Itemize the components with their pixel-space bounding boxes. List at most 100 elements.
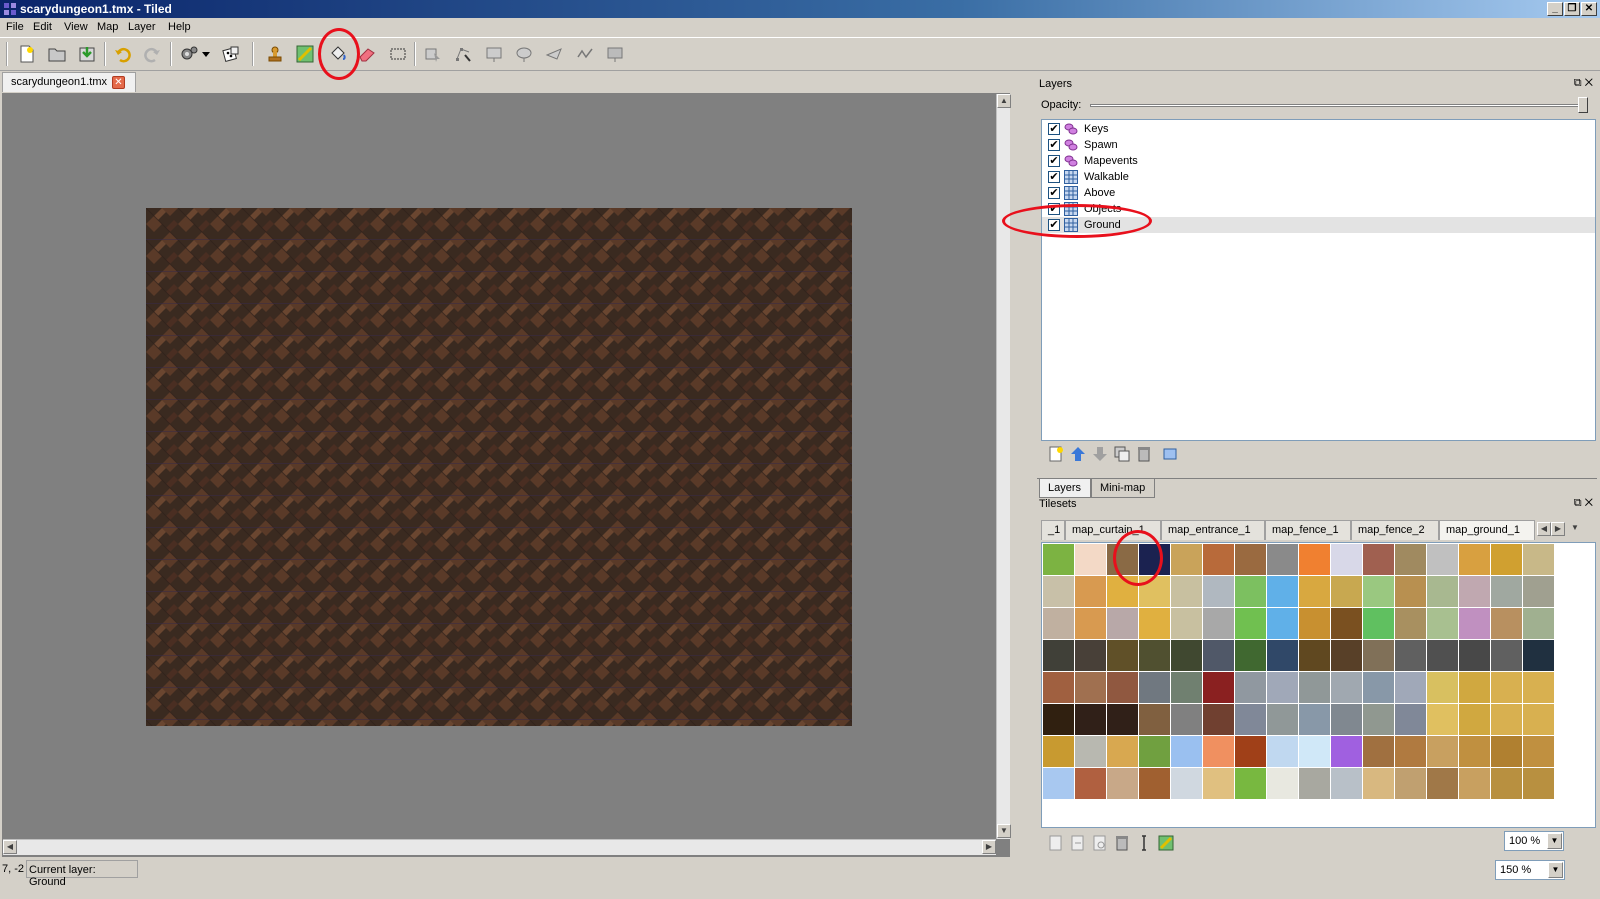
tileset-tile[interactable] [1299,640,1330,671]
tileset-tile[interactable] [1043,608,1074,639]
tileset-tile[interactable] [1459,736,1490,767]
tileset-tile[interactable] [1107,704,1138,735]
tileset-tile[interactable] [1235,672,1266,703]
tabs-scroll-right-icon[interactable]: ▶ [1551,522,1565,536]
tileset-tile[interactable] [1331,640,1362,671]
tileset-tile[interactable] [1491,768,1522,799]
tileset-tile[interactable] [1043,576,1074,607]
tileset-tile[interactable] [1395,544,1426,575]
tileset-tile[interactable] [1331,736,1362,767]
opacity-slider-handle[interactable] [1578,97,1588,113]
tileset-tiles[interactable] [1042,543,1595,827]
tabs-menu-icon[interactable]: ▼ [1567,522,1583,536]
tileset-tile[interactable] [1523,768,1554,799]
maximize-button[interactable]: ❐ [1564,2,1580,16]
layer-row-keys[interactable]: ✔ Keys [1042,121,1595,137]
map-canvas[interactable] [146,208,852,726]
stamp-brush-icon[interactable] [264,43,286,65]
tileset-tile[interactable] [1267,672,1298,703]
menu-map[interactable]: Map [97,21,118,33]
tileset-tile[interactable] [1363,672,1394,703]
tileset-tile[interactable] [1203,576,1234,607]
tileset-tile[interactable] [1107,736,1138,767]
tileset-tile[interactable] [1427,576,1458,607]
tileset-tile[interactable] [1075,672,1106,703]
close-tab-icon[interactable]: ✕ [112,76,125,89]
eraser-icon[interactable] [356,43,378,65]
remove-tileset-icon[interactable] [1111,832,1133,854]
import-tileset-icon[interactable] [1067,832,1089,854]
bucket-fill-icon[interactable] [326,43,348,65]
tileset-tile[interactable] [1427,640,1458,671]
tileset-tile[interactable] [1299,576,1330,607]
tileset-tile[interactable] [1459,672,1490,703]
tileset-tile[interactable] [1299,768,1330,799]
menu-layer[interactable]: Layer [128,21,156,33]
tileset-tile[interactable] [1171,640,1202,671]
tileset-tile[interactable] [1299,544,1330,575]
tileset-view[interactable] [1041,542,1596,828]
tileset-tab[interactable]: map_curtain_1 [1065,520,1161,540]
tileset-tile[interactable] [1459,608,1490,639]
layer-row-mapevents[interactable]: ✔ Mapevents [1042,153,1595,169]
tileset-tile[interactable] [1331,704,1362,735]
tabs-scroll-left-icon[interactable]: ◀ [1537,522,1551,536]
tileset-tile[interactable] [1395,640,1426,671]
scroll-up-icon[interactable]: ▲ [997,94,1011,108]
menu-view[interactable]: View [64,21,88,33]
scroll-left-icon[interactable]: ◀ [3,840,17,854]
tileset-tile[interactable] [1171,704,1202,735]
tileset-tile[interactable] [1075,608,1106,639]
tileset-tile[interactable] [1043,704,1074,735]
delete-layer-icon[interactable] [1133,443,1155,465]
tileset-tile[interactable] [1075,736,1106,767]
edit-polygons-icon[interactable] [452,43,474,65]
tileset-tile[interactable] [1427,672,1458,703]
tileset-tile[interactable] [1171,576,1202,607]
chevron-down-icon[interactable]: ▼ [1547,833,1562,849]
layer-visibility-checkbox[interactable]: ✔ [1048,123,1060,135]
tileset-tile[interactable] [1139,672,1170,703]
tileset-tile[interactable] [1267,640,1298,671]
tileset-tile[interactable] [1203,608,1234,639]
menu-file[interactable]: File [6,21,24,33]
terrain-brush-icon[interactable] [294,43,316,65]
dock-float-close-icons[interactable]: ⧉ ✕ [1574,497,1593,510]
scroll-right-icon[interactable]: ▶ [982,840,996,854]
tileset-tile[interactable] [1139,608,1170,639]
tileset-tile[interactable] [1395,672,1426,703]
new-tileset-icon[interactable] [1045,832,1067,854]
tileset-tab[interactable]: _1 [1041,520,1065,540]
random-dice-icon[interactable] [220,43,242,65]
tileset-tile[interactable] [1331,544,1362,575]
tileset-tile[interactable] [1459,544,1490,575]
tileset-tile[interactable] [1491,736,1522,767]
tileset-tile[interactable] [1363,704,1394,735]
open-folder-icon[interactable] [46,43,68,65]
tileset-tile[interactable] [1203,640,1234,671]
add-layer-icon[interactable] [1045,443,1067,465]
layer-visibility-checkbox[interactable]: ✔ [1048,187,1060,199]
tileset-tile[interactable] [1203,704,1234,735]
tileset-tile[interactable] [1395,576,1426,607]
command-icon[interactable] [178,43,200,65]
tileset-tile[interactable] [1139,544,1170,575]
tileset-tile[interactable] [1139,704,1170,735]
tileset-tile[interactable] [1299,608,1330,639]
tileset-tile[interactable] [1235,736,1266,767]
tileset-tile[interactable] [1267,704,1298,735]
tileset-tile[interactable] [1171,672,1202,703]
tileset-tile[interactable] [1075,704,1106,735]
close-window-button[interactable]: ✕ [1581,2,1597,16]
tileset-tile[interactable] [1491,640,1522,671]
layer-visibility-checkbox[interactable]: ✔ [1048,203,1060,215]
tileset-tile[interactable] [1171,736,1202,767]
insert-rectangle-icon[interactable] [483,43,505,65]
tileset-tile[interactable] [1491,576,1522,607]
layer-row-objects[interactable]: ✔ Objects [1042,201,1595,217]
tileset-tile[interactable] [1331,672,1362,703]
edit-terrain-icon[interactable] [1133,832,1155,854]
tileset-tile[interactable] [1491,544,1522,575]
tileset-properties-icon[interactable] [1089,832,1111,854]
layer-row-spawn[interactable]: ✔ Spawn [1042,137,1595,153]
